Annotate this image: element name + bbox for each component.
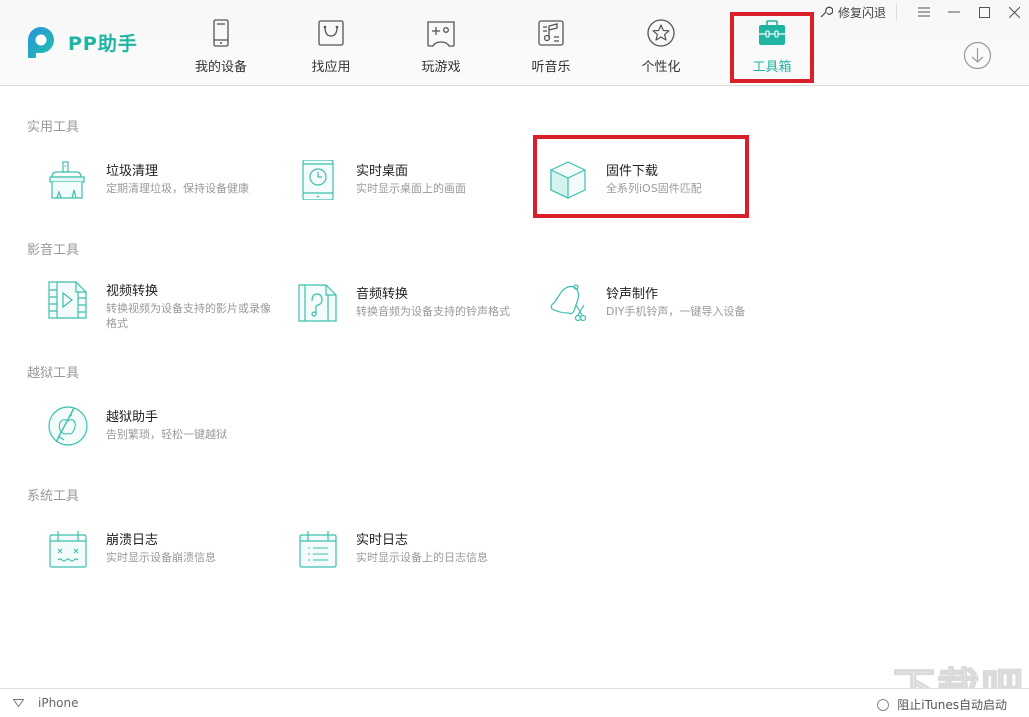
tool-name: 越狱助手 (106, 410, 159, 425)
tool-name: 实时桌面 (356, 164, 409, 179)
section-title-jailbreak: 越狱工具 (27, 366, 80, 381)
gamepad-icon (427, 21, 455, 47)
wrench-icon (820, 6, 833, 18)
status-bar: iPhone 阻止iTunes自动启动 (0, 688, 1029, 717)
radio-button[interactable] (877, 698, 890, 711)
tool-name: 实时日志 (356, 533, 409, 548)
nav-find-apps[interactable]: 找应用 (289, 0, 373, 86)
maximize-icon (978, 6, 990, 18)
tool-name: 铃声制作 (606, 287, 659, 302)
app-logo: PP助手 (24, 24, 138, 60)
music-note-icon (538, 20, 564, 46)
section-title-utilities: 实用工具 (27, 120, 80, 135)
hamburger-icon (918, 7, 930, 17)
log-calendar-icon (299, 531, 337, 568)
tool-desc: 转换音频为设备支持的铃声格式 (356, 305, 510, 318)
video-file-icon (48, 281, 87, 319)
nav-label: 我的设备 (194, 60, 247, 75)
nav-games[interactable]: 玩游戏 (399, 0, 483, 86)
block-itunes-autostart-toggle[interactable]: 阻止iTunes自动启动 (877, 696, 1007, 713)
nav-music[interactable]: 听音乐 (509, 0, 593, 86)
pp-assistant-window: PP助手 我的设备 找应用 玩游戏 听音乐 个性化 工具箱 修复闪退 实用工具 … (0, 0, 1029, 717)
tool-desc: 定期清理垃圾，保持设备健康 (106, 182, 249, 195)
minimize-icon (948, 11, 960, 13)
tool-video-convert[interactable]: 视频转换 转换视频为设备支持的影片或录像格式 (48, 274, 288, 330)
download-icon (963, 41, 992, 70)
nav-label: 玩游戏 (421, 60, 461, 75)
tool-desc: 实时显示设备崩溃信息 (106, 551, 216, 564)
nav-label: 个性化 (641, 60, 681, 75)
nav-label: 找应用 (311, 60, 351, 75)
triangle-down-icon (13, 699, 24, 707)
nav-my-device[interactable]: 我的设备 (179, 0, 263, 86)
jailbreak-apple-icon (48, 406, 88, 446)
header: PP助手 我的设备 找应用 玩游戏 听音乐 个性化 工具箱 修复闪退 (0, 0, 1029, 86)
block-itunes-label: 阻止iTunes自动启动 (897, 698, 1007, 712)
divider (896, 4, 897, 20)
tool-jailbreak-assistant[interactable]: 越狱助手 告别繁琐，轻松一键越狱 (48, 400, 288, 452)
section-title-media: 影音工具 (27, 243, 80, 258)
nav-label: 听音乐 (531, 60, 571, 75)
close-icon (1008, 6, 1020, 18)
tool-desc: 实时显示桌面上的画面 (356, 182, 466, 195)
shopping-bag-icon (318, 20, 344, 46)
maximize-button[interactable] (969, 0, 999, 24)
crash-calendar-icon (49, 531, 87, 568)
app-name: PP助手 (68, 32, 138, 55)
audio-file-icon (298, 284, 337, 322)
minimize-button[interactable] (939, 0, 969, 24)
tool-name: 音频转换 (356, 287, 409, 302)
tool-name: 垃圾清理 (106, 164, 159, 179)
star-icon (647, 19, 675, 47)
tablet-clock-icon (302, 160, 334, 200)
toolbox-highlight-box (730, 12, 814, 83)
menu-button[interactable] (909, 0, 939, 24)
tool-name: 视频转换 (106, 284, 159, 299)
pp-logo-icon (28, 27, 54, 58)
device-selector[interactable]: iPhone (13, 696, 79, 710)
tool-audio-convert[interactable]: 音频转换 转换音频为设备支持的铃声格式 (298, 277, 538, 329)
phone-icon (213, 19, 229, 47)
tool-crash-log[interactable]: 崩溃日志 实时显示设备崩溃信息 (48, 523, 288, 575)
repair-crash-label: 修复闪退 (837, 5, 886, 20)
close-button[interactable] (999, 0, 1029, 24)
tool-desc: 实时显示设备上的日志信息 (356, 551, 488, 564)
title-bar-controls: 修复闪退 (819, 0, 1029, 24)
tool-desc: 转换视频为设备支持的影片或录像格式 (106, 302, 271, 330)
tool-live-desktop[interactable]: 实时桌面 实时显示桌面上的画面 (298, 154, 538, 206)
tool-junk-clean[interactable]: 垃圾清理 定期清理垃圾，保持设备健康 (48, 154, 288, 206)
tool-name: 崩溃日志 (106, 533, 159, 548)
repair-crash-button[interactable]: 修复闪退 (819, 4, 886, 21)
firmware-highlight-box (533, 135, 749, 218)
tool-ringtone-maker[interactable]: 铃声制作 DIY手机铃声，一键导入设备 (548, 277, 788, 329)
tool-desc: 告别繁琐，轻松一键越狱 (106, 428, 227, 441)
tool-desc: DIY手机铃声，一键导入设备 (606, 305, 746, 318)
tool-realtime-log[interactable]: 实时日志 实时显示设备上的日志信息 (298, 523, 538, 575)
device-name: iPhone (38, 696, 79, 710)
nav-personalize[interactable]: 个性化 (619, 0, 703, 86)
section-title-system: 系统工具 (27, 489, 80, 504)
bell-scissors-icon (550, 284, 587, 322)
brush-icon (49, 161, 85, 199)
download-manager-button[interactable] (963, 41, 992, 70)
